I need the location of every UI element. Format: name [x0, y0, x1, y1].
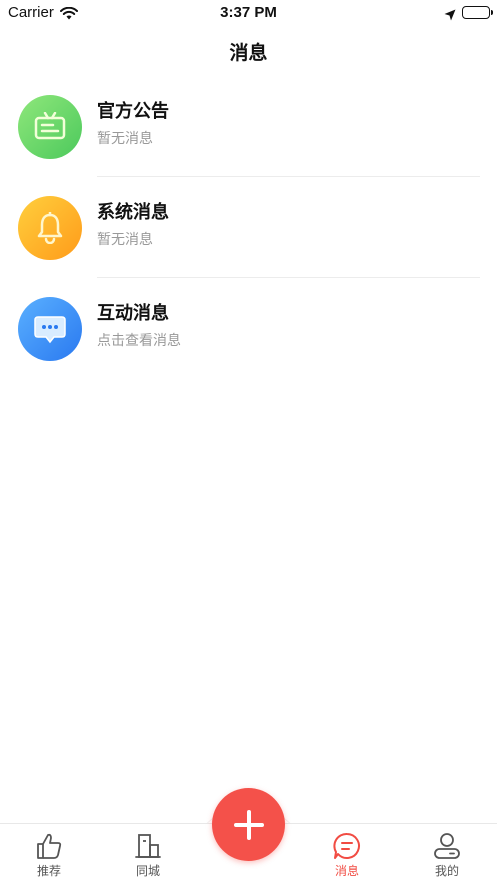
tab-recommend[interactable]: 推荐: [19, 832, 79, 879]
list-item-subtitle: 暂无消息: [97, 131, 153, 147]
tab-label: 我的: [434, 864, 459, 878]
clock: 3:37 PM: [220, 4, 277, 21]
plus-icon: [233, 809, 264, 840]
location-arrow-icon: [444, 6, 456, 25]
message-icon: [333, 832, 360, 859]
chat-bubble-icon: [18, 297, 82, 361]
page-title: 消息: [229, 42, 268, 64]
list-item-interaction-message[interactable]: 互动消息 点击查看消息: [0, 278, 497, 379]
list-item-title: 系统消息: [97, 202, 169, 223]
tab-label: 同城: [135, 864, 160, 878]
list-item-official-announcement[interactable]: 官方公告 暂无消息: [0, 76, 497, 177]
building-icon: [135, 834, 161, 858]
list-item-subtitle: 点击查看消息: [97, 333, 181, 349]
bell-icon: [18, 196, 82, 260]
tab-messages[interactable]: 消息: [317, 832, 377, 879]
tab-label: 推荐: [36, 864, 61, 878]
tab-local[interactable]: 同城: [118, 832, 178, 879]
thumbs-up-icon: [37, 833, 62, 859]
list-item-system-message[interactable]: 系统消息 暂无消息: [0, 177, 497, 278]
tab-profile[interactable]: 我的: [417, 832, 477, 879]
tab-label: 消息: [334, 864, 359, 878]
list-item-title: 互动消息: [97, 303, 169, 324]
list-item-subtitle: 暂无消息: [97, 232, 153, 248]
message-category-list: 官方公告 暂无消息 系统消息 暂无消息 互动消息 点击查看消息: [0, 76, 497, 379]
user-icon: [434, 833, 460, 859]
add-post-button[interactable]: [212, 788, 285, 861]
announcement-icon: [18, 95, 82, 159]
list-item-title: 官方公告: [97, 101, 169, 122]
status-bar: Carrier 3:37 PM: [0, 0, 497, 26]
battery-icon: [462, 6, 493, 19]
